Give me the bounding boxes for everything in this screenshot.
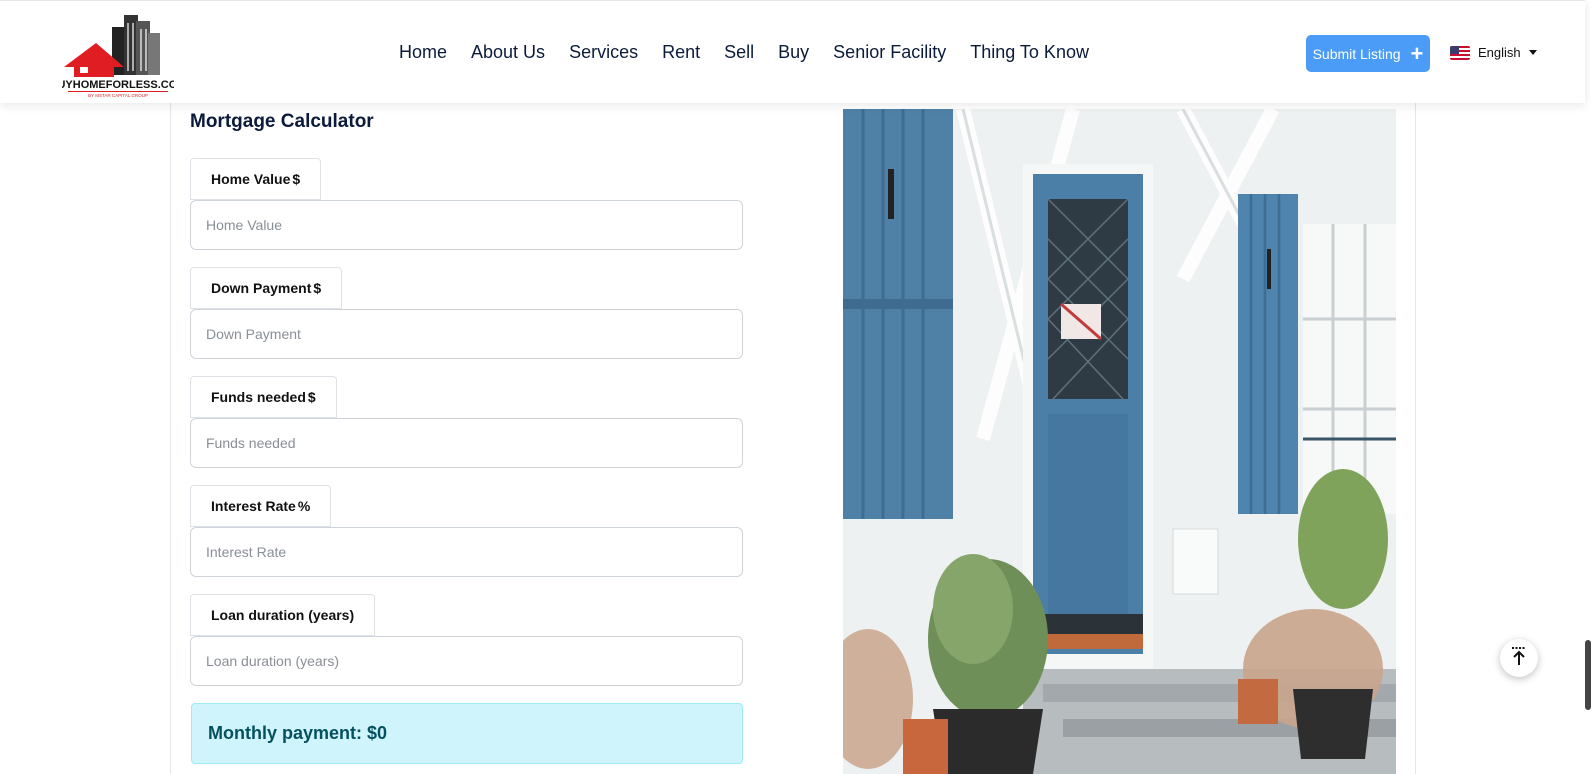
home-value-label: Home Value $ — [190, 158, 322, 200]
nav-senior-facility[interactable]: Senior Facility — [833, 42, 946, 63]
dollar-icon: $ — [292, 171, 301, 187]
home-value-input[interactable] — [190, 200, 743, 250]
calculator-title: Mortgage Calculator — [190, 111, 374, 132]
page: BUYHOMEFORLESS.COM BY MSTAR CAPITAL GROU… — [0, 0, 1591, 774]
nav-about-us[interactable]: About Us — [471, 42, 545, 63]
interest-rate-label-text: Interest Rate — [211, 498, 296, 514]
nav-services[interactable]: Services — [569, 42, 638, 63]
down-payment-input[interactable] — [190, 309, 743, 359]
home-value-label-text: Home Value — [211, 171, 291, 187]
funds-needed-label-text: Funds needed — [211, 389, 306, 405]
page-scrollbar[interactable] — [1585, 640, 1591, 710]
nav-thing-to-know[interactable]: Thing To Know — [970, 42, 1089, 63]
dollar-icon: $ — [313, 280, 322, 296]
interest-rate-input[interactable] — [190, 527, 743, 577]
language-label: English — [1478, 45, 1521, 60]
plus-icon: + — [1410, 40, 1424, 66]
loan-duration-label-text: Loan duration (years) — [211, 607, 355, 623]
dollar-icon: $ — [307, 389, 316, 405]
down-payment-label: Down Payment $ — [190, 267, 343, 309]
nav-buy[interactable]: Buy — [778, 42, 809, 63]
house-photo — [843, 109, 1396, 774]
funds-needed-label: Funds needed $ — [190, 376, 337, 418]
site-logo[interactable]: BUYHOMEFORLESS.COM BY MSTAR CAPITAL GROU… — [50, 9, 186, 99]
funds-needed-input[interactable] — [190, 418, 743, 468]
monthly-payment-result: Monthly payment: $0 — [191, 703, 743, 764]
main-nav: Home About Us Services Rent Sell Buy Sen… — [399, 42, 1113, 63]
submit-listing-label: Submit Listing — [1312, 45, 1401, 62]
logo-subtext: BY MSTAR CAPITAL GROUP — [88, 93, 148, 98]
percent-icon: % — [297, 498, 311, 514]
nav-rent[interactable]: Rent — [662, 42, 700, 63]
arrow-up-icon — [1511, 646, 1527, 671]
down-payment-label-text: Down Payment — [211, 280, 312, 296]
loan-duration-label: Loan duration (years) — [190, 594, 376, 636]
language-selector[interactable]: English — [1450, 45, 1537, 60]
interest-rate-label: Interest Rate % — [190, 485, 332, 527]
loan-duration-input[interactable] — [190, 636, 743, 686]
logo-text: BUYHOMEFORLESS.COM — [62, 79, 174, 91]
nav-home[interactable]: Home — [399, 42, 447, 63]
scroll-to-top-button[interactable] — [1500, 639, 1538, 677]
submit-listing-button[interactable]: Submit Listing + — [1306, 35, 1430, 72]
chevron-down-icon — [1528, 50, 1537, 55]
us-flag-icon — [1450, 45, 1470, 60]
nav-sell[interactable]: Sell — [724, 42, 754, 63]
site-header: BUYHOMEFORLESS.COM BY MSTAR CAPITAL GROU… — [0, 0, 1585, 103]
